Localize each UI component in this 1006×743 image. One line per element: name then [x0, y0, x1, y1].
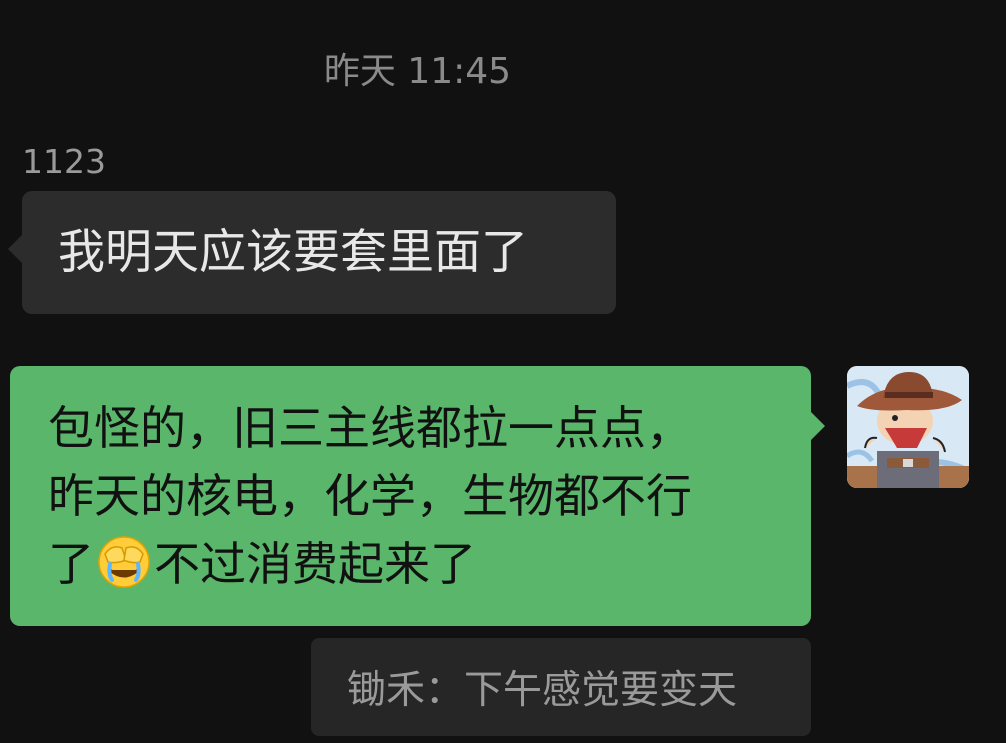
- incoming-message-bubble[interactable]: 我明天应该要套里面了: [8, 191, 616, 314]
- chat-screen: 昨天 11:45 1123 我明天应该要套里面了 包怪的，旧三主线都拉一点点， …: [0, 0, 1006, 743]
- line-3-suffix: 不过消费起来了: [154, 537, 476, 591]
- outgoing-message-line-2: 昨天的核电，化学，生物都不行: [48, 469, 692, 523]
- outgoing-message-line-3: 了 不过消费起来了: [48, 530, 781, 598]
- user-avatar[interactable]: [847, 366, 969, 488]
- bubble-tail: [811, 412, 825, 440]
- quoted-message-text: 锄禾：下午感觉要变天: [347, 668, 738, 713]
- cowboy-character-icon: [847, 366, 969, 488]
- facepalm-crying-emoji-icon: [98, 536, 150, 588]
- outgoing-message-bubble[interactable]: 包怪的，旧三主线都拉一点点， 昨天的核电，化学，生物都不行 了 不过消费起来了: [10, 366, 825, 626]
- line-3-prefix: 了: [48, 537, 94, 591]
- bubble-tail: [8, 235, 22, 263]
- outgoing-message-line-1: 包怪的，旧三主线都拉一点点，: [48, 401, 692, 455]
- incoming-message-text: 我明天应该要套里面了: [58, 224, 528, 280]
- sender-name[interactable]: 1123: [22, 140, 106, 184]
- quoted-message[interactable]: 锄禾：下午感觉要变天: [311, 638, 811, 736]
- message-timestamp: 昨天 11:45: [323, 51, 512, 92]
